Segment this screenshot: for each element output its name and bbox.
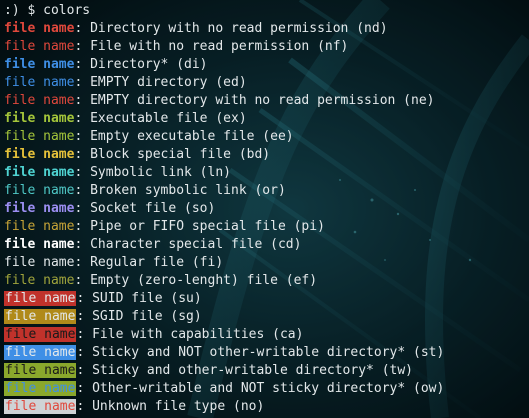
file-name-sample: file name bbox=[4, 291, 77, 306]
prompt-dollar: $ bbox=[27, 3, 36, 18]
file-name-sample: file name bbox=[4, 75, 75, 90]
file-type-description: Directory with no read permission (nd) bbox=[82, 21, 388, 36]
file-type-description: Unknown file type (no) bbox=[84, 399, 265, 414]
file-type-description: File with capabilities (ca) bbox=[84, 327, 304, 342]
color-entry-line: file name: Regular file (fi) bbox=[4, 254, 529, 272]
color-entry-line: file name: Executable file (ex) bbox=[4, 110, 529, 128]
color-legend-list: file name: Directory with no read permis… bbox=[4, 20, 529, 416]
file-name-sample: file name bbox=[4, 381, 77, 396]
file-name-sample: file name bbox=[4, 183, 75, 198]
file-name-sample: file name bbox=[4, 309, 77, 324]
file-type-description: Pipe or FIFO special file (pi) bbox=[82, 219, 325, 234]
file-type-description: Sticky and other-writable directory* (tw… bbox=[84, 363, 414, 378]
color-entry-line: file name: EMPTY directory with no read … bbox=[4, 92, 529, 110]
file-type-description: Sticky and NOT other-writable directory*… bbox=[84, 345, 445, 360]
color-entry-line: file name: Directory* (di) bbox=[4, 56, 529, 74]
file-type-description: EMPTY directory (ed) bbox=[82, 75, 247, 90]
file-type-description: Broken symbolic link (or) bbox=[82, 183, 286, 198]
file-name-sample: file name bbox=[4, 57, 75, 72]
file-name-sample: file name bbox=[4, 21, 75, 36]
color-entry-line: file name: Pipe or FIFO special file (pi… bbox=[4, 218, 529, 236]
color-entry-line: file name: Empty (zero-lenght) file (ef) bbox=[4, 272, 529, 290]
file-type-description: Block special file (bd) bbox=[82, 147, 271, 162]
color-entry-line: file name: Other-writable and NOT sticky… bbox=[4, 380, 529, 398]
file-type-description: SGID file (sg) bbox=[84, 309, 202, 324]
color-entry-line: file name: EMPTY directory (ed) bbox=[4, 74, 529, 92]
file-type-description: Empty (zero-lenght) file (ef) bbox=[82, 273, 318, 288]
file-type-description: Symbolic link (ln) bbox=[82, 165, 231, 180]
file-name-sample: file name bbox=[4, 237, 75, 252]
color-entry-line: file name: Character special file (cd) bbox=[4, 236, 529, 254]
file-type-description: EMPTY directory with no read permission … bbox=[82, 93, 435, 108]
file-name-sample: file name bbox=[4, 255, 75, 270]
file-name-sample: file name bbox=[4, 327, 77, 342]
color-entry-line: file name: Empty executable file (ee) bbox=[4, 128, 529, 146]
file-name-sample: file name bbox=[4, 93, 75, 108]
file-name-sample: file name bbox=[4, 345, 77, 360]
color-entry-line: file name: Sticky and other-writable dir… bbox=[4, 362, 529, 380]
file-name-sample: file name bbox=[4, 111, 75, 126]
file-name-sample: file name bbox=[4, 201, 75, 216]
color-entry-line: file name: Broken symbolic link (or) bbox=[4, 182, 529, 200]
file-type-description: File with no read permission (nf) bbox=[82, 39, 349, 54]
color-entry-line: file name: Socket file (so) bbox=[4, 200, 529, 218]
color-entry-line: file name: File with no read permission … bbox=[4, 38, 529, 56]
file-type-description: Socket file (so) bbox=[82, 201, 216, 216]
color-entry-line: file name: Directory with no read permis… bbox=[4, 20, 529, 38]
file-name-sample: file name bbox=[4, 219, 75, 234]
file-type-description: Empty executable file (ee) bbox=[82, 129, 294, 144]
color-entry-line: file name: Sticky and NOT other-writable… bbox=[4, 344, 529, 362]
file-type-description: SUID file (su) bbox=[84, 291, 202, 306]
file-name-sample: file name bbox=[4, 363, 77, 378]
prompt-command: colors bbox=[43, 3, 91, 18]
prompt-line: :) $ colors bbox=[4, 2, 529, 20]
color-entry-line: file name: SGID file (sg) bbox=[4, 308, 529, 326]
file-name-sample: file name bbox=[4, 165, 75, 180]
prompt-symbol: :) bbox=[4, 3, 20, 18]
color-entry-line: file name: SUID file (su) bbox=[4, 290, 529, 308]
file-name-sample: file name bbox=[4, 39, 75, 54]
color-entry-line: file name: Symbolic link (ln) bbox=[4, 164, 529, 182]
file-name-sample: file name bbox=[4, 147, 75, 162]
file-type-description: Executable file (ex) bbox=[82, 111, 247, 126]
file-type-description: Directory* (di) bbox=[82, 57, 208, 72]
color-entry-line: file name: Unknown file type (no) bbox=[4, 398, 529, 416]
file-type-description: Other-writable and NOT sticky directory*… bbox=[84, 381, 445, 396]
file-name-sample: file name bbox=[4, 273, 75, 288]
file-name-sample: file name bbox=[4, 129, 75, 144]
file-type-description: Character special file (cd) bbox=[82, 237, 302, 252]
color-entry-line: file name: Block special file (bd) bbox=[4, 146, 529, 164]
terminal-window[interactable]: :) $ colors file name: Directory with no… bbox=[0, 0, 529, 418]
color-entry-line: file name: File with capabilities (ca) bbox=[4, 326, 529, 344]
file-type-description: Regular file (fi) bbox=[82, 255, 224, 270]
file-name-sample: file name bbox=[4, 399, 77, 414]
